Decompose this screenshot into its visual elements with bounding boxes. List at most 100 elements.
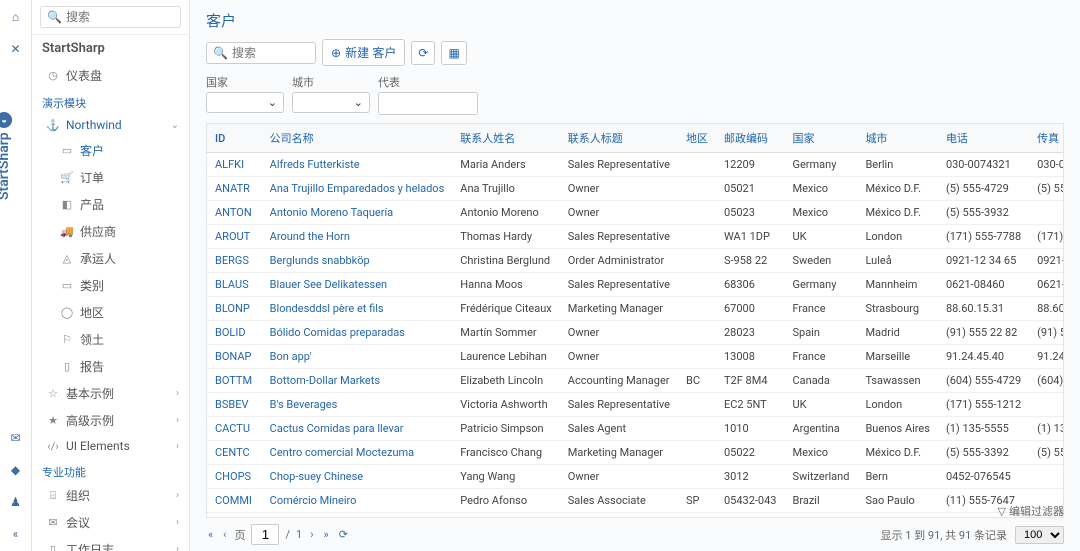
- sidebar-territories[interactable]: ⚐领土: [32, 326, 189, 353]
- filter-country-select[interactable]: ⌄: [206, 92, 284, 113]
- sidebar-shippers[interactable]: ◬承运人: [32, 245, 189, 272]
- grid-search-input[interactable]: [232, 46, 309, 60]
- cell-company[interactable]: Bottom-Dollar Markets: [262, 369, 453, 393]
- table-row[interactable]: CACTUCactus Comidas para llevarPatricio …: [207, 417, 1064, 441]
- table-row[interactable]: BONAPBon app'Laurence LebihanOwner13008F…: [207, 345, 1064, 369]
- cell-company[interactable]: Berglunds snabbköp: [262, 249, 453, 273]
- sidebar-orders[interactable]: 🛒订单: [32, 164, 189, 191]
- col-phone[interactable]: 电话: [938, 124, 1029, 153]
- cell-id[interactable]: BLONP: [207, 297, 262, 321]
- sidebar-advanced[interactable]: ★高级示例›: [32, 407, 189, 434]
- sidebar-meeting[interactable]: ✉会议›: [32, 509, 189, 536]
- sidebar-suppliers[interactable]: 🚚供应商: [32, 218, 189, 245]
- filter-city-select[interactable]: ⌄: [292, 92, 370, 113]
- data-grid[interactable]: ID 公司名称 联系人姓名 联系人标题 地区 邮政编码 国家 城市 电话 传真 …: [206, 123, 1064, 518]
- columns-button[interactable]: ▦: [441, 41, 466, 65]
- cell-company[interactable]: Blondesddsl père et fils: [262, 297, 453, 321]
- table-row[interactable]: BSBEVB's BeveragesVictoria AshworthSales…: [207, 393, 1064, 417]
- table-row[interactable]: BLAUSBlauer See DelikatessenHanna MoosSa…: [207, 273, 1064, 297]
- table-row[interactable]: BERGSBerglunds snabbköpChristina Berglun…: [207, 249, 1064, 273]
- prev-page-button[interactable]: ‹: [221, 528, 228, 541]
- cell-id[interactable]: CENTC: [207, 441, 262, 465]
- cell-id[interactable]: BLAUS: [207, 273, 262, 297]
- col-region[interactable]: 地区: [678, 124, 716, 153]
- plus-icon: ⊕: [331, 46, 341, 60]
- user-icon[interactable]: ♟: [7, 493, 25, 511]
- col-contact[interactable]: 联系人姓名: [452, 124, 560, 153]
- cell-company[interactable]: Cactus Comidas para llevar: [262, 417, 453, 441]
- table-row[interactable]: ANTONAntonio Moreno TaqueríaAntonio More…: [207, 201, 1064, 225]
- table-row[interactable]: ALFKIAlfreds FutterkisteMaria AndersSale…: [207, 153, 1064, 177]
- cell-company[interactable]: Bon app': [262, 345, 453, 369]
- cell-id[interactable]: BONAP: [207, 345, 262, 369]
- table-row[interactable]: AROUTAround the HornThomas HardySales Re…: [207, 225, 1064, 249]
- cell-id[interactable]: BSBEV: [207, 393, 262, 417]
- filter-rep-input[interactable]: [378, 92, 478, 115]
- sidebar-customers[interactable]: ▭客户: [32, 137, 189, 164]
- col-title[interactable]: 联系人标题: [560, 124, 678, 153]
- col-country[interactable]: 国家: [784, 124, 857, 153]
- sidebar-org[interactable]: ⌹组织›: [32, 482, 189, 509]
- cell-company[interactable]: Antonio Moreno Taquería: [262, 201, 453, 225]
- last-page-button[interactable]: »: [322, 528, 331, 541]
- cell-company[interactable]: Alfreds Futterkiste: [262, 153, 453, 177]
- sidebar-categories[interactable]: ▭类别: [32, 272, 189, 299]
- sidebar-regions[interactable]: ◯地区: [32, 299, 189, 326]
- table-row[interactable]: BLONPBlondesddsl père et filsFrédérique …: [207, 297, 1064, 321]
- sidebar-search[interactable]: 🔍: [40, 6, 181, 28]
- sidebar-ui[interactable]: ‹/›UI Elements›: [32, 434, 189, 458]
- flag-icon: ⚐: [60, 333, 74, 346]
- sidebar-search-input[interactable]: [66, 10, 174, 24]
- cell-company[interactable]: B's Beverages: [262, 393, 453, 417]
- table-row[interactable]: ANATRAna Trujillo Emparedados y heladosA…: [207, 177, 1064, 201]
- cell-id[interactable]: ANATR: [207, 177, 262, 201]
- collapse-icon[interactable]: «: [7, 525, 25, 543]
- edit-filter-link[interactable]: ▽编辑过滤器: [998, 503, 1064, 519]
- table-row[interactable]: CHOPSChop-suey ChineseYang WangOwner3012…: [207, 465, 1064, 489]
- cell-id[interactable]: BOTTM: [207, 369, 262, 393]
- cell-company[interactable]: Chop-suey Chinese: [262, 465, 453, 489]
- cell-id[interactable]: CACTU: [207, 417, 262, 441]
- col-city[interactable]: 城市: [857, 124, 938, 153]
- cell-company[interactable]: Centro comercial Moctezuma: [262, 441, 453, 465]
- cell-company[interactable]: Comércio Mineiro: [262, 489, 453, 513]
- sidebar-products[interactable]: ◧产品: [32, 191, 189, 218]
- table-row[interactable]: BOTTMBottom-Dollar MarketsElizabeth Linc…: [207, 369, 1064, 393]
- cell-company[interactable]: Ana Trujillo Emparedados y helados: [262, 177, 453, 201]
- cell-contact: Francisco Chang: [452, 441, 560, 465]
- col-fax[interactable]: 传真: [1029, 124, 1064, 153]
- cell-company[interactable]: Bólido Comidas preparadas: [262, 321, 453, 345]
- paint-icon[interactable]: ◆: [7, 461, 25, 479]
- cell-id[interactable]: BERGS: [207, 249, 262, 273]
- cell-id[interactable]: BOLID: [207, 321, 262, 345]
- cell-id[interactable]: COMMI: [207, 489, 262, 513]
- table-row[interactable]: CENTCCentro comercial MoctezumaFrancisco…: [207, 441, 1064, 465]
- col-id[interactable]: ID: [207, 124, 262, 153]
- page-input[interactable]: [251, 524, 279, 545]
- refresh-button[interactable]: ⟳: [411, 41, 435, 65]
- cell-id[interactable]: AROUT: [207, 225, 262, 249]
- page-size-select[interactable]: 100: [1015, 526, 1064, 544]
- mail-icon[interactable]: ✉: [7, 429, 25, 447]
- cell-id[interactable]: CHOPS: [207, 465, 262, 489]
- new-button[interactable]: ⊕新建 客户: [322, 39, 405, 66]
- sidebar-basic[interactable]: ☆基本示例›: [32, 380, 189, 407]
- first-page-button[interactable]: «: [206, 528, 215, 541]
- cell-id[interactable]: ANTON: [207, 201, 262, 225]
- col-company[interactable]: 公司名称: [262, 124, 453, 153]
- sidebar-dashboard[interactable]: ◷仪表盘: [32, 62, 189, 89]
- refresh-pager-button[interactable]: ⟳: [337, 528, 350, 541]
- next-page-button[interactable]: ›: [308, 528, 315, 541]
- sidebar-worklog[interactable]: ▯工作日志›: [32, 536, 189, 551]
- table-row[interactable]: COMMIComércio MineiroPedro AfonsoSales A…: [207, 489, 1064, 513]
- cell-id[interactable]: ALFKI: [207, 153, 262, 177]
- sidebar-reports[interactable]: ▯报告: [32, 353, 189, 380]
- cell-company[interactable]: Around the Horn: [262, 225, 453, 249]
- cell-company[interactable]: Blauer See Delikatessen: [262, 273, 453, 297]
- grid-search[interactable]: 🔍: [206, 42, 316, 64]
- tools-icon[interactable]: ✕: [7, 40, 25, 58]
- home-icon[interactable]: ⌂: [7, 8, 25, 26]
- sidebar-northwind[interactable]: ⚓Northwind⌄: [32, 113, 189, 137]
- table-row[interactable]: BOLIDBólido Comidas preparadasMartín Som…: [207, 321, 1064, 345]
- col-postal[interactable]: 邮政编码: [716, 124, 785, 153]
